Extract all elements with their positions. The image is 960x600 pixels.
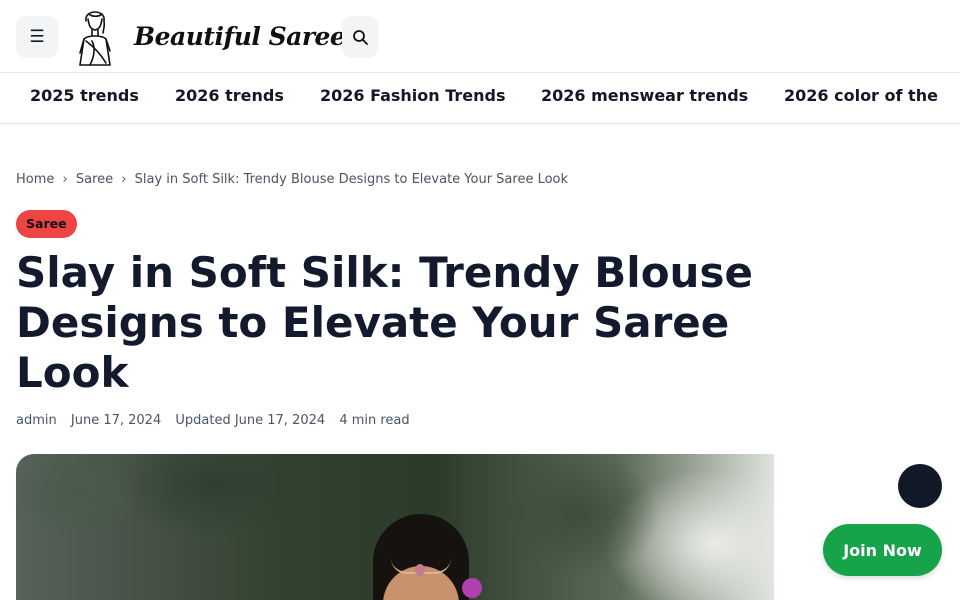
breadcrumb-separator: › [121, 172, 127, 187]
category-nav: 2025 trends 2026 trends 2026 Fashion Tre… [0, 73, 960, 124]
nav-item-2025-trends[interactable]: 2025 trends [30, 86, 139, 105]
featured-image [16, 454, 774, 600]
search-button[interactable] [342, 16, 378, 58]
breadcrumb-category[interactable]: Saree [76, 172, 113, 187]
featured-image-flower [462, 578, 482, 598]
breadcrumb-separator: › [62, 172, 68, 187]
site-logo[interactable]: Beautiful Saree [72, 0, 346, 72]
breadcrumb-home[interactable]: Home [16, 172, 54, 187]
nav-item-2026-color[interactable]: 2026 color of the [784, 86, 938, 105]
updated-date: Updated June 17, 2024 [175, 413, 326, 428]
featured-image-jewelry-drop [415, 564, 425, 576]
menu-button[interactable]: ☰ [16, 16, 58, 58]
read-time: 4 min read [339, 413, 410, 428]
site-header: ☰ Beautiful Saree [0, 0, 960, 73]
publish-date: June 17, 2024 [70, 413, 162, 428]
floating-action-button[interactable] [898, 464, 942, 508]
breadcrumb-current: Slay in Soft Silk: Trendy Blouse Designs… [134, 172, 569, 187]
article-meta: admin June 17, 2024 Updated June 17, 202… [16, 413, 420, 428]
category-badge[interactable]: Saree [16, 210, 77, 238]
nav-item-2026-fashion-trends[interactable]: 2026 Fashion Trends [320, 86, 506, 105]
logo-wordmark: Beautiful Saree [134, 21, 346, 51]
hamburger-icon: ☰ [29, 27, 45, 47]
nav-item-2026-trends[interactable]: 2026 trends [175, 86, 284, 105]
author-link[interactable]: admin [16, 413, 57, 428]
saree-woman-logo-icon [79, 11, 111, 66]
breadcrumb: Home › Saree › Slay in Soft Silk: Trendy… [16, 172, 568, 187]
join-now-button[interactable]: Join Now [823, 524, 942, 576]
nav-item-2026-menswear-trends[interactable]: 2026 menswear trends [541, 86, 748, 105]
search-icon [353, 30, 368, 45]
article-title: Slay in Soft Silk: Trendy Blouse Designs… [16, 248, 753, 397]
